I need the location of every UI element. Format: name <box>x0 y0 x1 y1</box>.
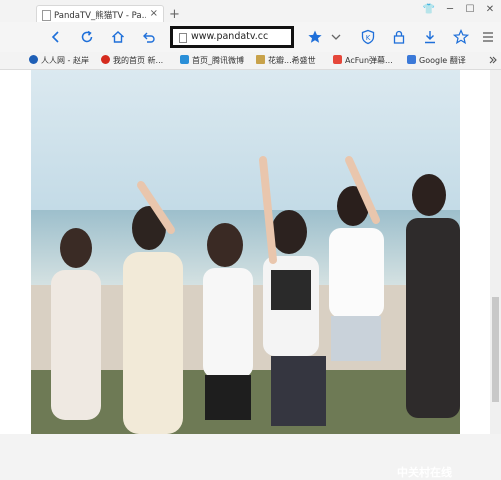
google-translate-icon <box>407 55 416 64</box>
watermark: 中关村在线 <box>397 466 452 479</box>
bookmark-weibo[interactable]: 我的首页 新... <box>101 54 163 67</box>
url-text[interactable]: www.pandatv.cc <box>191 31 268 42</box>
lock-icon[interactable] <box>391 29 407 45</box>
title-bar: PandaTV_熊猫TV - Pa… × + 👕 ─ ☐ ✕ <box>0 0 501 22</box>
favorite-star-icon[interactable] <box>307 29 323 45</box>
vertical-scrollbar[interactable] <box>490 70 501 434</box>
group-photo <box>31 70 460 434</box>
bookmark-tencent[interactable]: 首页_腾讯微博 <box>180 54 244 67</box>
address-bar[interactable]: www.pandatv.cc <box>170 26 294 48</box>
refresh-icon[interactable] <box>79 29 95 45</box>
more-bookmarks-icon[interactable] <box>488 55 498 65</box>
back-icon[interactable] <box>48 29 64 45</box>
bookmark-google-translate[interactable]: Google 翻译 <box>407 54 466 67</box>
bookmark-acfun[interactable]: AcFun弹幕... <box>333 54 393 67</box>
acfun-icon <box>333 55 342 64</box>
folder-icon <box>256 55 265 64</box>
tencent-icon <box>180 55 189 64</box>
weibo-icon <box>101 55 110 64</box>
bookmark-label: AcFun弹幕... <box>345 56 393 65</box>
shield-icon[interactable]: K <box>360 29 376 45</box>
bookmark-label: 首页_腾讯微博 <box>192 56 244 65</box>
home-icon[interactable] <box>110 29 126 45</box>
bookmark-renren[interactable]: 人人网 - 赵岸 <box>29 54 89 67</box>
undo-icon[interactable] <box>141 29 157 45</box>
skin-icon[interactable]: 👕 <box>420 2 438 18</box>
bookmark-huaban[interactable]: 花瓣...希盛世 <box>256 54 316 67</box>
page-icon <box>179 33 187 43</box>
minimize-button[interactable]: ─ <box>441 2 459 18</box>
scroll-thumb[interactable] <box>492 297 499 402</box>
chevron-down-icon[interactable] <box>328 29 344 45</box>
bookmarks-bar: 人人网 - 赵岸 我的首页 新... 首页_腾讯微博 花瓣...希盛世 AcFu… <box>0 52 501 70</box>
tab-title: PandaTV_熊猫TV - Pa… <box>54 11 146 21</box>
tab-close-icon[interactable]: × <box>150 8 158 19</box>
download-icon[interactable] <box>422 29 438 45</box>
bookmark-label: 我的首页 新... <box>113 56 164 65</box>
renren-icon <box>29 55 38 64</box>
bookmark-label: 人人网 - 赵岸 <box>41 56 89 65</box>
page-content: 中关村在线 <box>0 70 501 479</box>
close-window-button[interactable]: ✕ <box>481 2 499 18</box>
svg-text:K: K <box>366 34 371 42</box>
bookmark-label: Google 翻译 <box>419 56 466 65</box>
maximize-button[interactable]: ☐ <box>461 2 479 18</box>
bookmark-star-icon[interactable] <box>453 29 469 45</box>
menu-icon[interactable] <box>480 29 496 45</box>
new-tab-button[interactable]: + <box>169 7 180 22</box>
page-icon <box>42 10 51 21</box>
bookmark-label: 花瓣...希盛世 <box>268 56 316 65</box>
browser-tab[interactable]: PandaTV_熊猫TV - Pa… × <box>36 5 164 22</box>
